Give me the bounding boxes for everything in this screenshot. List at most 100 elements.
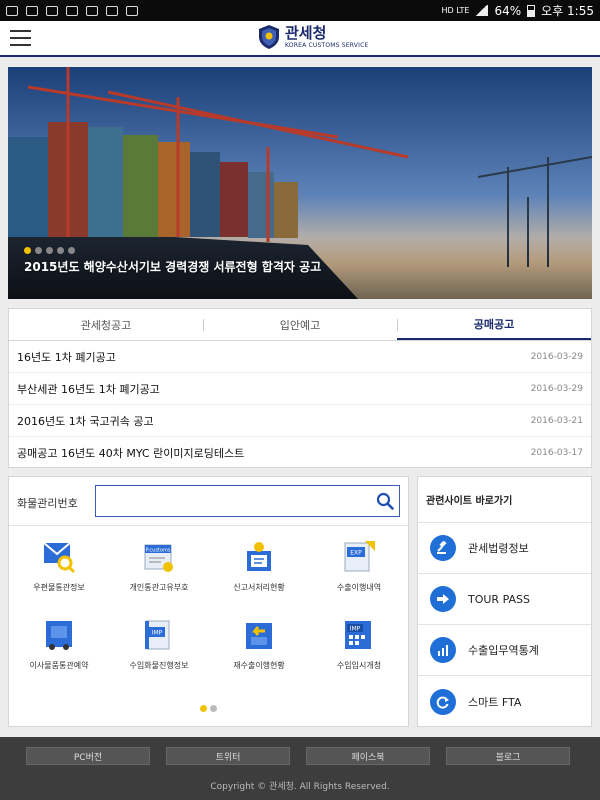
network-label: HD LTE xyxy=(441,6,470,15)
footer-links: PC버전 트위터 페이스북 블로그 xyxy=(26,747,570,765)
banner-pagination xyxy=(24,247,75,254)
related-smart-fta[interactable]: 스마트 FTA xyxy=(418,676,591,727)
notice-row[interactable]: 16년도 1차 폐기공고 2016-03-29 xyxy=(9,341,591,373)
notice-panel: 관세청공고 입안예고 공매공고 16년도 1차 폐기공고 2016-03-29 … xyxy=(8,308,592,468)
related-customs-law[interactable]: 관세법령정보 xyxy=(418,523,591,574)
service-moving-goods-reservation[interactable]: 이사물품통관예약 xyxy=(9,611,109,689)
signal-icon xyxy=(475,5,489,16)
icon-caption: EXP xyxy=(350,550,362,557)
hero-banner[interactable]: 2015년도 해양수산서기보 경력경쟁 서류전형 합격자 공고 xyxy=(8,67,592,299)
service-page-dot[interactable] xyxy=(210,705,217,712)
service-export-history[interactable]: EXP 수출이행내역 xyxy=(309,533,409,611)
footer-twitter-button[interactable]: 트위터 xyxy=(166,747,290,765)
icon-caption: IMP xyxy=(350,626,361,633)
import-cargo-icon: IMP xyxy=(145,620,170,650)
refresh-icon xyxy=(430,688,456,715)
copyright: Copyright © 관세청. All Rights Reserved. xyxy=(210,782,390,792)
service-postal-customs[interactable]: 우편물통관정보 xyxy=(9,533,109,611)
image-icon xyxy=(26,5,38,16)
notice-title: 공매공고 16년도 40차 MYC 란이미지로딩테스트 xyxy=(17,447,245,460)
service-label: 수입화물진행정보 xyxy=(129,661,189,670)
service-label: 수입임시개청 xyxy=(336,661,382,670)
related-trade-statistics[interactable]: 수출입무역통계 xyxy=(418,625,591,676)
status-bar: HD LTE 64% 오후 1:55 xyxy=(0,0,600,21)
notice-title: 16년도 1차 폐기공고 xyxy=(17,350,116,364)
service-label: 개인통관고유부호 xyxy=(129,583,189,592)
service-label: 우편물통관정보 xyxy=(33,583,85,592)
logo-subtitle: KOREA CUSTOMS SERVICE xyxy=(285,41,369,49)
service-page-dot[interactable] xyxy=(200,705,207,712)
card-icon xyxy=(86,5,98,16)
cargo-panel: 화물관리번호 우편물통관정보 P.customs 개인통관고유부호 신고서처리현… xyxy=(8,476,409,727)
footer: PC버전 트위터 페이스북 블로그 Copyright © 관세청. All R… xyxy=(0,737,600,800)
personal-customs-code-icon: P.customs xyxy=(144,544,173,572)
divider xyxy=(9,525,408,526)
related-site-label: 스마트 FTA xyxy=(468,695,522,709)
cargo-number-label: 화물관리번호 xyxy=(17,497,78,510)
logo[interactable]: 관세청 KOREA CUSTOMS SERVICE xyxy=(258,24,368,50)
customs-shield-icon xyxy=(259,25,279,49)
service-label: 수출이행내역 xyxy=(336,583,382,592)
bar-chart-icon xyxy=(430,637,456,663)
notice-row[interactable]: 2016년도 1차 국고귀속 공고 2016-03-21 xyxy=(9,405,591,437)
service-label: 이사물품통관예약 xyxy=(29,661,89,670)
mail-search-icon xyxy=(43,542,76,574)
battery-level: 64% xyxy=(494,3,522,18)
hamburger-menu-icon[interactable] xyxy=(10,30,31,46)
notice-title: 부산세관 16년도 1차 폐기공고 xyxy=(17,382,160,396)
related-sites-title: 관련사이트 바로가기 xyxy=(418,477,591,523)
tab-customs-notice[interactable]: 관세청공고 xyxy=(9,309,203,340)
notice-title: 2016년도 1차 국고귀속 공고 xyxy=(17,414,154,428)
related-sites-panel: 관련사이트 바로가기 관세법령정보 TOUR PASS 수출입무역통계 스마트 … xyxy=(417,476,592,727)
notice-date: 2016-03-21 xyxy=(530,415,583,426)
clock: 오후 1:55 xyxy=(541,4,594,18)
notification-icon xyxy=(6,5,18,16)
related-tour-pass[interactable]: TOUR PASS xyxy=(418,574,591,625)
footer-blog-button[interactable]: 블로그 xyxy=(446,747,570,765)
notice-date: 2016-03-29 xyxy=(530,383,583,394)
service-label: 신고서처리현황 xyxy=(233,583,285,592)
related-site-label: TOUR PASS xyxy=(468,592,530,606)
banner-dot[interactable] xyxy=(46,247,53,254)
tab-auction-notice[interactable]: 공매공고 xyxy=(397,309,591,340)
related-site-label: 수출입무역통계 xyxy=(468,644,539,657)
service-re-export[interactable]: 재수출이행현황 xyxy=(209,611,309,689)
icon-caption: P.customs xyxy=(146,548,171,554)
moving-truck-icon xyxy=(46,621,72,650)
service-label: 재수출이행현황 xyxy=(233,661,285,670)
footer-facebook-button[interactable]: 페이스북 xyxy=(306,747,430,765)
icon-caption: IMP xyxy=(152,630,163,637)
cargo-search-box xyxy=(95,485,400,517)
notice-row[interactable]: 공매공고 16년도 40차 MYC 란이미지로딩테스트 2016-03-17 xyxy=(9,437,591,469)
service-import-cargo[interactable]: IMP 수입화물진행정보 xyxy=(109,611,209,689)
check-icon xyxy=(126,5,138,16)
cargo-number-input[interactable] xyxy=(96,486,371,516)
footer-pc-version-button[interactable]: PC버전 xyxy=(26,747,150,765)
key-icon xyxy=(66,5,78,16)
notice-row[interactable]: 부산세관 16년도 1차 폐기공고 2016-03-29 xyxy=(9,373,591,405)
banner-dot[interactable] xyxy=(24,247,31,254)
tab-legislation-notice[interactable]: 입안예고 xyxy=(203,309,397,340)
related-site-label: 관세법령정보 xyxy=(468,542,529,555)
import-temporary-icon: IMP xyxy=(345,621,371,649)
arrow-right-icon xyxy=(430,586,456,612)
search-icon[interactable] xyxy=(371,486,399,516)
logo-title: 관세청 xyxy=(285,23,327,42)
banner-dot[interactable] xyxy=(35,247,42,254)
mail-icon xyxy=(46,5,58,16)
re-export-icon xyxy=(246,623,272,649)
service-declaration-status[interactable]: 신고서처리현황 xyxy=(209,533,309,611)
download-icon xyxy=(106,5,118,16)
service-personal-customs-code[interactable]: P.customs 개인통관고유부호 xyxy=(109,533,209,611)
service-pagination xyxy=(200,705,217,712)
gavel-icon xyxy=(430,535,456,561)
battery-icon xyxy=(527,4,536,17)
notice-date: 2016-03-17 xyxy=(530,448,583,458)
banner-dot[interactable] xyxy=(68,247,75,254)
notice-date: 2016-03-29 xyxy=(530,351,583,362)
service-grid: 우편물통관정보 P.customs 개인통관고유부호 신고서처리현황 EXP 수… xyxy=(9,533,410,689)
service-import-temporary[interactable]: IMP 수입임시개청 xyxy=(309,611,409,689)
banner-dot[interactable] xyxy=(57,247,64,254)
app-header: 관세청 KOREA CUSTOMS SERVICE xyxy=(0,21,600,57)
banner-caption[interactable]: 2015년도 해양수산서기보 경력경쟁 서류전형 합격자 공고 xyxy=(24,258,321,275)
